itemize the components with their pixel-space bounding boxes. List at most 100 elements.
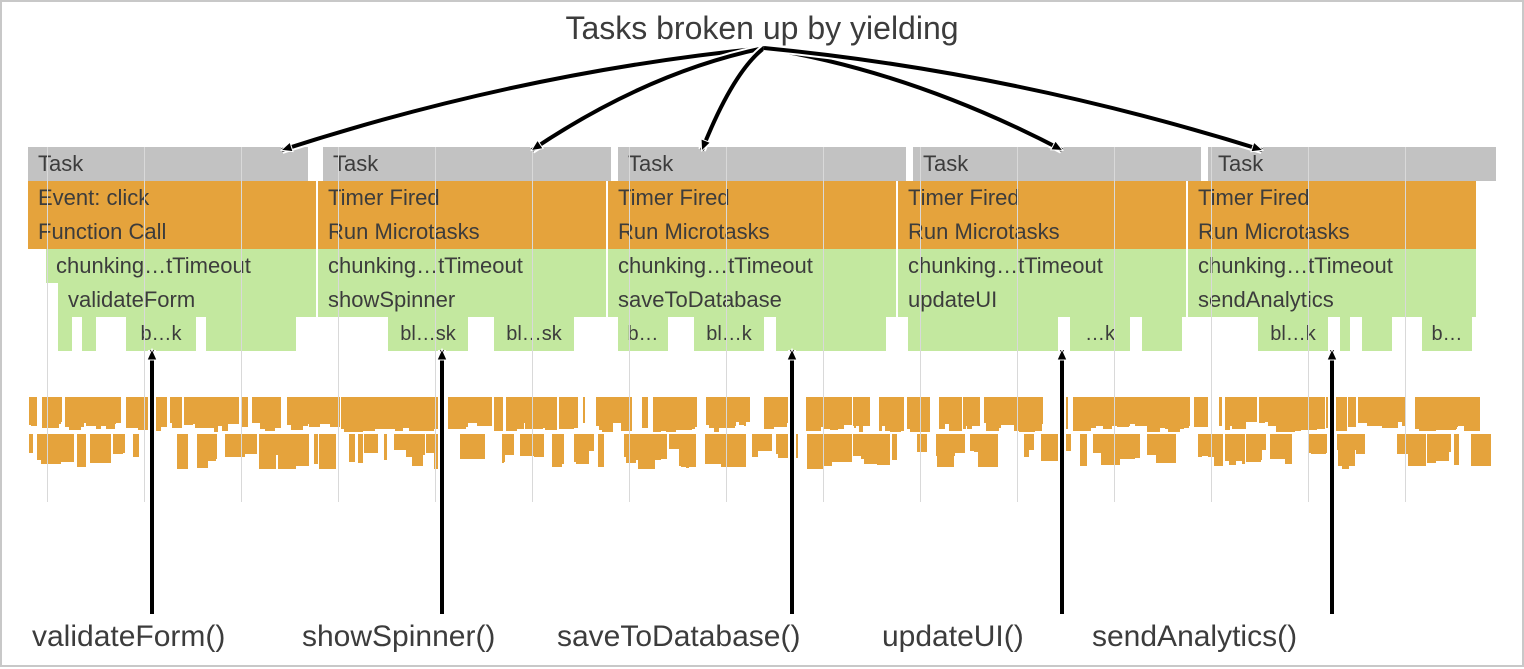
row-chunking: chunking…tTimeout chunking…tTimeout chun… xyxy=(28,249,1498,283)
spark xyxy=(349,434,355,462)
spark xyxy=(29,434,33,453)
spark xyxy=(621,397,632,431)
spark xyxy=(1147,434,1160,455)
fn-bar: sendAnalytics xyxy=(1188,283,1476,317)
spark xyxy=(1408,434,1426,466)
spark xyxy=(327,397,336,423)
spark xyxy=(669,434,683,449)
spark xyxy=(1356,434,1366,454)
spark xyxy=(1246,434,1261,462)
spark xyxy=(1093,434,1100,453)
diagram-title: Tasks broken up by yielding xyxy=(2,10,1522,47)
spark xyxy=(626,434,636,463)
spark xyxy=(1276,397,1294,432)
spark xyxy=(252,397,264,423)
spark xyxy=(319,434,336,469)
spark xyxy=(564,397,575,424)
spark xyxy=(1073,397,1076,431)
spark xyxy=(816,397,823,427)
spark xyxy=(363,397,383,429)
sub-bar xyxy=(1142,317,1182,351)
spark xyxy=(76,397,92,422)
row-event: Event: click Timer Fired Timer Fired Tim… xyxy=(28,181,1498,215)
function-label: validateForm() xyxy=(32,620,225,654)
spark xyxy=(936,434,955,456)
spark xyxy=(583,397,585,423)
spark xyxy=(315,397,323,424)
spark xyxy=(364,434,378,453)
spark xyxy=(1157,397,1166,428)
grid-line xyxy=(823,147,824,502)
spark xyxy=(314,434,319,464)
sub-bar: b…k xyxy=(126,317,196,351)
grid-line xyxy=(338,147,339,502)
sub-bar: bl…sk xyxy=(494,317,574,351)
spark xyxy=(150,397,167,427)
spark xyxy=(292,434,309,466)
spark xyxy=(133,434,139,457)
spark xyxy=(1080,434,1086,466)
spark xyxy=(653,397,672,431)
spark xyxy=(963,397,966,429)
spark xyxy=(350,397,362,432)
spark xyxy=(1259,397,1264,423)
spark xyxy=(358,434,362,463)
spark xyxy=(1270,434,1288,459)
spark xyxy=(1059,397,1068,429)
flame-chart: Task Task Task Task Task Event: click Ti… xyxy=(28,147,1498,351)
sub-bar: bl…sk xyxy=(388,317,468,351)
spark xyxy=(1163,434,1173,456)
grid-line xyxy=(1211,147,1212,502)
spark xyxy=(1092,397,1110,426)
spark xyxy=(271,397,275,431)
spark xyxy=(1418,397,1425,425)
sub-bar xyxy=(58,317,72,351)
grid-line xyxy=(144,147,145,502)
row-functions: validateForm showSpinner saveToDatabase … xyxy=(28,283,1498,317)
spark xyxy=(1219,397,1222,426)
spark xyxy=(673,397,691,430)
grid-line xyxy=(47,147,48,502)
spark xyxy=(1055,434,1071,451)
grid-line xyxy=(629,147,630,502)
spark xyxy=(598,434,604,467)
spark xyxy=(108,397,121,423)
spark xyxy=(1454,434,1459,465)
event-bar: Event: click xyxy=(28,181,316,215)
spark xyxy=(1128,434,1140,458)
spark xyxy=(1397,434,1409,454)
spark xyxy=(1451,397,1458,427)
spark xyxy=(642,397,647,428)
sub-bar: bl…k xyxy=(1258,317,1328,351)
event-bar: Timer Fired xyxy=(1188,181,1476,215)
spark xyxy=(381,397,399,429)
spark xyxy=(520,434,539,456)
spark xyxy=(184,397,194,425)
microtask-bar: Run Microtasks xyxy=(898,215,1186,249)
task-bar: Task xyxy=(1208,147,1496,181)
task-bar: Task xyxy=(618,147,906,181)
spark xyxy=(384,434,387,460)
spark xyxy=(916,397,927,429)
microtask-bar: Run Microtasks xyxy=(608,215,896,249)
grid-line xyxy=(1308,147,1309,502)
sub-bar: b… xyxy=(1422,317,1472,351)
sub-bar: b… xyxy=(618,317,668,351)
spark xyxy=(1308,434,1327,453)
microtask-bar: Run Microtasks xyxy=(1188,215,1476,249)
function-label: updateUI() xyxy=(882,620,1024,654)
spark xyxy=(778,434,798,458)
spark xyxy=(984,397,995,422)
fn-bar: updateUI xyxy=(898,283,1186,317)
sub-bar xyxy=(776,317,886,351)
spark xyxy=(502,434,505,462)
microtask-bar: Function Call xyxy=(28,215,316,249)
spark xyxy=(1326,397,1329,428)
spark xyxy=(240,434,256,451)
spark xyxy=(409,397,418,431)
spark xyxy=(716,397,721,423)
spark xyxy=(1435,434,1449,461)
row-microtasks: Function Call Run Microtasks Run Microta… xyxy=(28,215,1498,249)
spark xyxy=(764,397,774,429)
spark xyxy=(1225,397,1230,430)
